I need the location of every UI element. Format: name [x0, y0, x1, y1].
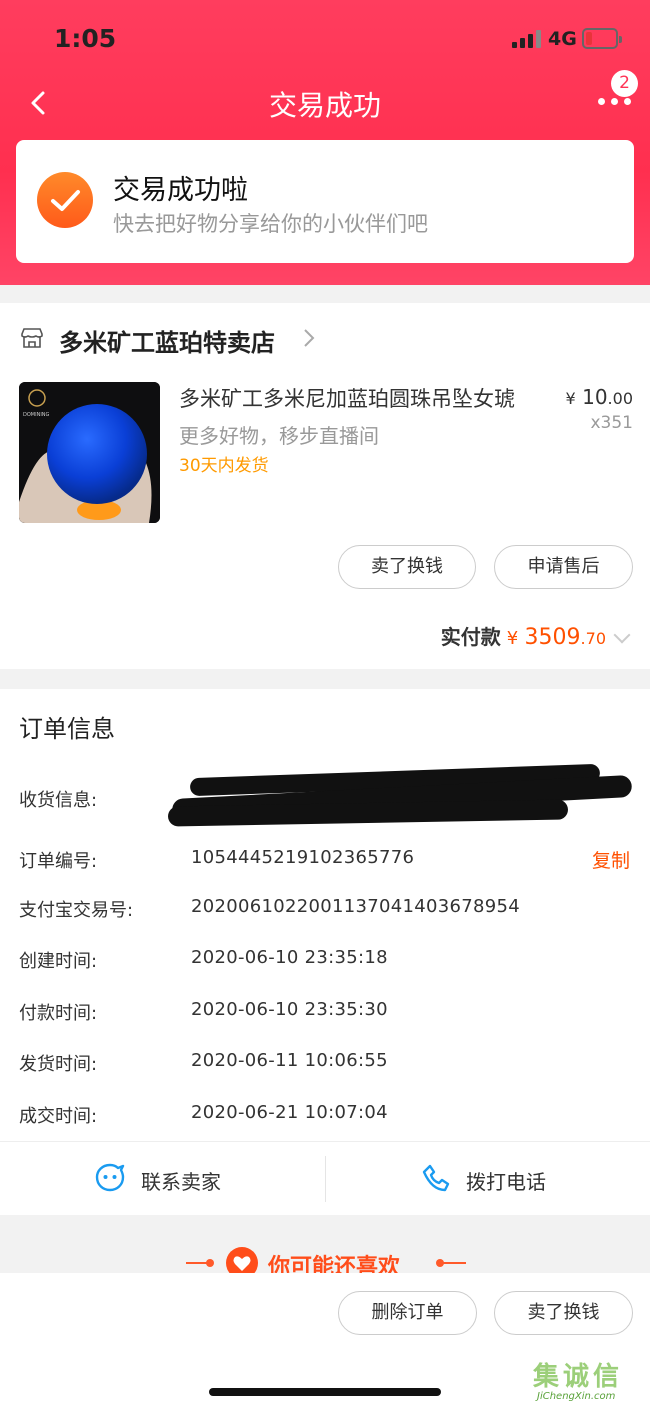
sell-button[interactable]: 卖了换钱	[338, 545, 476, 589]
product-subtitle: 更多好物，移步直播间	[179, 424, 379, 448]
after-sale-button[interactable]: 申请售后	[494, 545, 633, 589]
success-title: 交易成功啦	[113, 175, 248, 206]
chevron-down-icon	[613, 626, 631, 644]
watermark-text: 集诚信	[533, 1362, 624, 1392]
redacted-address	[167, 763, 634, 827]
chat-icon	[94, 1162, 126, 1194]
completed-time-label: 成交时间:	[19, 1106, 98, 1127]
product-price: ¥ 10.00	[565, 385, 633, 409]
order-info-title: 订单信息	[19, 715, 115, 743]
paid-time-label: 付款时间:	[19, 1003, 98, 1024]
status-bar: 1:05 4G	[0, 0, 650, 78]
address-label: 收货信息:	[19, 790, 98, 811]
order-number-label: 订单编号:	[19, 851, 98, 872]
divider-dot	[206, 1259, 214, 1267]
order-info-panel: 订单信息 收货信息: 订单编号: 1054445219102365776 复制 …	[0, 689, 650, 1141]
created-time-value: 2020-06-10 23:35:18	[191, 947, 388, 968]
notification-badge: 2	[611, 70, 638, 97]
chevron-right-icon[interactable]	[300, 327, 318, 349]
home-indicator[interactable]	[209, 1388, 441, 1396]
delete-order-button[interactable]: 删除订单	[338, 1291, 477, 1335]
paid-amount[interactable]: 实付款 ¥ 3509.70	[441, 621, 631, 650]
completed-time-value: 2020-06-21 10:07:04	[191, 1102, 388, 1123]
page-title: 交易成功	[268, 89, 381, 122]
created-time-label: 创建时间:	[19, 951, 98, 972]
paid-time-value: 2020-06-10 23:35:30	[191, 999, 388, 1020]
store-icon	[20, 327, 44, 349]
battery-icon	[582, 28, 622, 49]
bottom-sell-button[interactable]: 卖了换钱	[494, 1291, 633, 1335]
shipped-time-label: 发货时间:	[19, 1054, 98, 1075]
copy-button[interactable]: 复制	[592, 846, 630, 873]
product-image[interactable]: DOMINING	[19, 382, 160, 523]
signal-icon	[512, 30, 542, 48]
order-number-value: 1054445219102365776	[191, 847, 415, 868]
alipay-trade-value: 2020061022001137041403678954	[191, 896, 521, 917]
call-label: 拨打电话	[466, 1170, 546, 1194]
contact-bar: 联系卖家 拨打电话	[0, 1141, 650, 1215]
status-time: 1:05	[54, 24, 117, 53]
product-title[interactable]: 多米矿工多米尼加蓝珀圆珠吊坠女琥	[179, 383, 549, 413]
more-icon[interactable]	[598, 98, 632, 110]
shipping-note: 30天内发货	[179, 456, 269, 476]
divider	[440, 1262, 466, 1264]
contact-seller-label: 联系卖家	[141, 1170, 221, 1194]
network-label: 4G	[548, 28, 577, 50]
watermark-url: JiChengXin.com	[537, 1391, 616, 1402]
watermark-logo: 集诚信 JiChengXin.com	[533, 1356, 650, 1406]
check-icon	[37, 172, 93, 228]
call-button[interactable]: 拨打电话	[326, 1142, 650, 1216]
shop-panel: 多米矿工蓝珀特卖店 DOMINING 多米矿工多米尼加蓝珀圆珠吊坠女琥 更多好物…	[0, 303, 650, 669]
success-card: 交易成功啦 快去把好物分享给你的小伙伴们吧	[16, 140, 634, 263]
success-subtitle: 快去把好物分享给你的小伙伴们吧	[113, 212, 428, 236]
product-quantity: x351	[590, 413, 633, 433]
recommend-section: 你可能还喜欢	[0, 1215, 650, 1280]
shop-name[interactable]: 多米矿工蓝珀特卖店	[59, 323, 275, 358]
phone-icon	[420, 1162, 452, 1194]
contact-seller-button[interactable]: 联系卖家	[0, 1142, 325, 1216]
alipay-trade-label: 支付宝交易号:	[19, 900, 134, 921]
shipped-time-value: 2020-06-11 10:06:55	[191, 1050, 388, 1071]
product-logo-text: DOMINING	[23, 412, 50, 418]
